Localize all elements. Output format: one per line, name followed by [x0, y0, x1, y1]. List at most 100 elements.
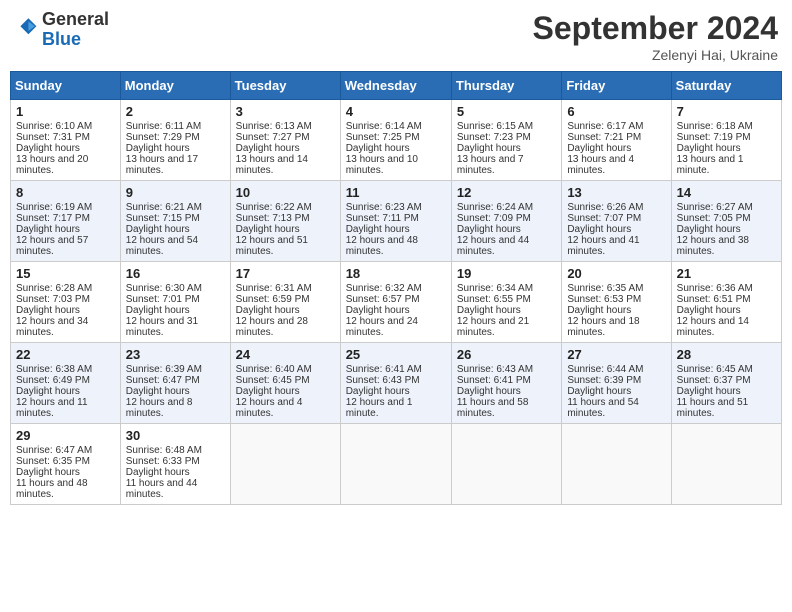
sunrise-label: Sunrise: 6:17 AM [567, 121, 643, 132]
daylight-value: 13 hours and 20 minutes. [16, 154, 88, 176]
daylight-label: Daylight hours [126, 305, 190, 316]
title-block: September 2024 Zelenyi Hai, Ukraine [533, 10, 778, 63]
sunrise-label: Sunrise: 6:11 AM [126, 121, 201, 132]
sunrise-label: Sunrise: 6:41 AM [346, 364, 422, 375]
daylight-value: 12 hours and 44 minutes. [457, 235, 529, 257]
daylight-value: 13 hours and 17 minutes. [126, 154, 198, 176]
sunrise-label: Sunrise: 6:40 AM [236, 364, 312, 375]
daylight-label: Daylight hours [126, 143, 190, 154]
daylight-value: 12 hours and 21 minutes. [457, 316, 529, 338]
col-header-thursday: Thursday [451, 72, 561, 100]
table-cell: 15 Sunrise: 6:28 AM Sunset: 7:03 PM Dayl… [11, 262, 121, 343]
sunrise-label: Sunrise: 6:30 AM [126, 283, 202, 294]
day-number: 11 [346, 185, 446, 200]
sunset-label: Sunset: 6:57 PM [346, 294, 420, 305]
day-number: 27 [567, 347, 665, 362]
sunrise-label: Sunrise: 6:26 AM [567, 202, 643, 213]
sunset-label: Sunset: 6:59 PM [236, 294, 310, 305]
daylight-label: Daylight hours [126, 467, 190, 478]
day-number: 10 [236, 185, 335, 200]
sunset-label: Sunset: 7:07 PM [567, 213, 641, 224]
sunset-label: Sunset: 7:17 PM [16, 213, 90, 224]
sunset-label: Sunset: 6:55 PM [457, 294, 531, 305]
sunrise-label: Sunrise: 6:18 AM [677, 121, 753, 132]
day-number: 28 [677, 347, 776, 362]
table-cell: 9 Sunrise: 6:21 AM Sunset: 7:15 PM Dayli… [120, 181, 230, 262]
daylight-value: 12 hours and 54 minutes. [126, 235, 198, 257]
table-cell: 27 Sunrise: 6:44 AM Sunset: 6:39 PM Dayl… [562, 343, 671, 424]
daylight-value: 11 hours and 48 minutes. [16, 478, 88, 500]
day-number: 7 [677, 104, 776, 119]
daylight-value: 12 hours and 34 minutes. [16, 316, 88, 338]
daylight-value: 13 hours and 1 minute. [677, 154, 744, 176]
day-number: 20 [567, 266, 665, 281]
sunrise-label: Sunrise: 6:27 AM [677, 202, 753, 213]
daylight-value: 12 hours and 11 minutes. [16, 397, 88, 419]
daylight-value: 11 hours and 58 minutes. [457, 397, 529, 419]
day-number: 25 [346, 347, 446, 362]
day-number: 19 [457, 266, 556, 281]
sunset-label: Sunset: 7:25 PM [346, 132, 420, 143]
sunset-label: Sunset: 7:19 PM [677, 132, 751, 143]
day-number: 9 [126, 185, 225, 200]
table-cell: 19 Sunrise: 6:34 AM Sunset: 6:55 PM Dayl… [451, 262, 561, 343]
daylight-label: Daylight hours [16, 386, 80, 397]
sunrise-label: Sunrise: 6:28 AM [16, 283, 92, 294]
daylight-value: 12 hours and 31 minutes. [126, 316, 198, 338]
sunrise-label: Sunrise: 6:38 AM [16, 364, 92, 375]
table-cell: 20 Sunrise: 6:35 AM Sunset: 6:53 PM Dayl… [562, 262, 671, 343]
sunset-label: Sunset: 6:39 PM [567, 375, 641, 386]
day-number: 15 [16, 266, 115, 281]
day-number: 14 [677, 185, 776, 200]
sunset-label: Sunset: 7:23 PM [457, 132, 531, 143]
day-number: 18 [346, 266, 446, 281]
daylight-value: 13 hours and 7 minutes. [457, 154, 524, 176]
day-number: 24 [236, 347, 335, 362]
sunrise-label: Sunrise: 6:19 AM [16, 202, 92, 213]
sunset-label: Sunset: 7:13 PM [236, 213, 310, 224]
table-cell: 26 Sunrise: 6:43 AM Sunset: 6:41 PM Dayl… [451, 343, 561, 424]
daylight-label: Daylight hours [16, 224, 80, 235]
sunrise-label: Sunrise: 6:48 AM [126, 445, 202, 456]
table-cell [562, 424, 671, 505]
sunrise-label: Sunrise: 6:10 AM [16, 121, 92, 132]
daylight-value: 12 hours and 8 minutes. [126, 397, 193, 419]
sunset-label: Sunset: 7:03 PM [16, 294, 90, 305]
sunrise-label: Sunrise: 6:32 AM [346, 283, 422, 294]
sunset-label: Sunset: 7:31 PM [16, 132, 90, 143]
col-header-tuesday: Tuesday [230, 72, 340, 100]
sunrise-label: Sunrise: 6:44 AM [567, 364, 643, 375]
daylight-label: Daylight hours [567, 224, 631, 235]
daylight-label: Daylight hours [346, 224, 410, 235]
month-title: September 2024 [533, 10, 778, 47]
table-cell: 29 Sunrise: 6:47 AM Sunset: 6:35 PM Dayl… [11, 424, 121, 505]
sunset-label: Sunset: 7:29 PM [126, 132, 200, 143]
day-number: 29 [16, 428, 115, 443]
daylight-value: 13 hours and 14 minutes. [236, 154, 308, 176]
sunrise-label: Sunrise: 6:14 AM [346, 121, 422, 132]
daylight-value: 12 hours and 48 minutes. [346, 235, 418, 257]
table-cell: 17 Sunrise: 6:31 AM Sunset: 6:59 PM Dayl… [230, 262, 340, 343]
day-number: 5 [457, 104, 556, 119]
daylight-value: 12 hours and 51 minutes. [236, 235, 308, 257]
day-number: 16 [126, 266, 225, 281]
table-cell [230, 424, 340, 505]
day-number: 21 [677, 266, 776, 281]
sunset-label: Sunset: 6:33 PM [126, 456, 200, 467]
location-title: Zelenyi Hai, Ukraine [533, 47, 778, 63]
sunrise-label: Sunrise: 6:13 AM [236, 121, 312, 132]
table-cell: 24 Sunrise: 6:40 AM Sunset: 6:45 PM Dayl… [230, 343, 340, 424]
daylight-label: Daylight hours [16, 305, 80, 316]
daylight-value: 12 hours and 28 minutes. [236, 316, 308, 338]
col-header-saturday: Saturday [671, 72, 781, 100]
logo-icon [14, 15, 38, 39]
sunset-label: Sunset: 6:35 PM [16, 456, 90, 467]
col-header-friday: Friday [562, 72, 671, 100]
daylight-value: 12 hours and 18 minutes. [567, 316, 639, 338]
daylight-label: Daylight hours [677, 224, 741, 235]
logo-blue: Blue [42, 30, 109, 50]
day-number: 6 [567, 104, 665, 119]
table-cell: 1 Sunrise: 6:10 AM Sunset: 7:31 PM Dayli… [11, 100, 121, 181]
table-cell: 4 Sunrise: 6:14 AM Sunset: 7:25 PM Dayli… [340, 100, 451, 181]
daylight-value: 12 hours and 41 minutes. [567, 235, 639, 257]
